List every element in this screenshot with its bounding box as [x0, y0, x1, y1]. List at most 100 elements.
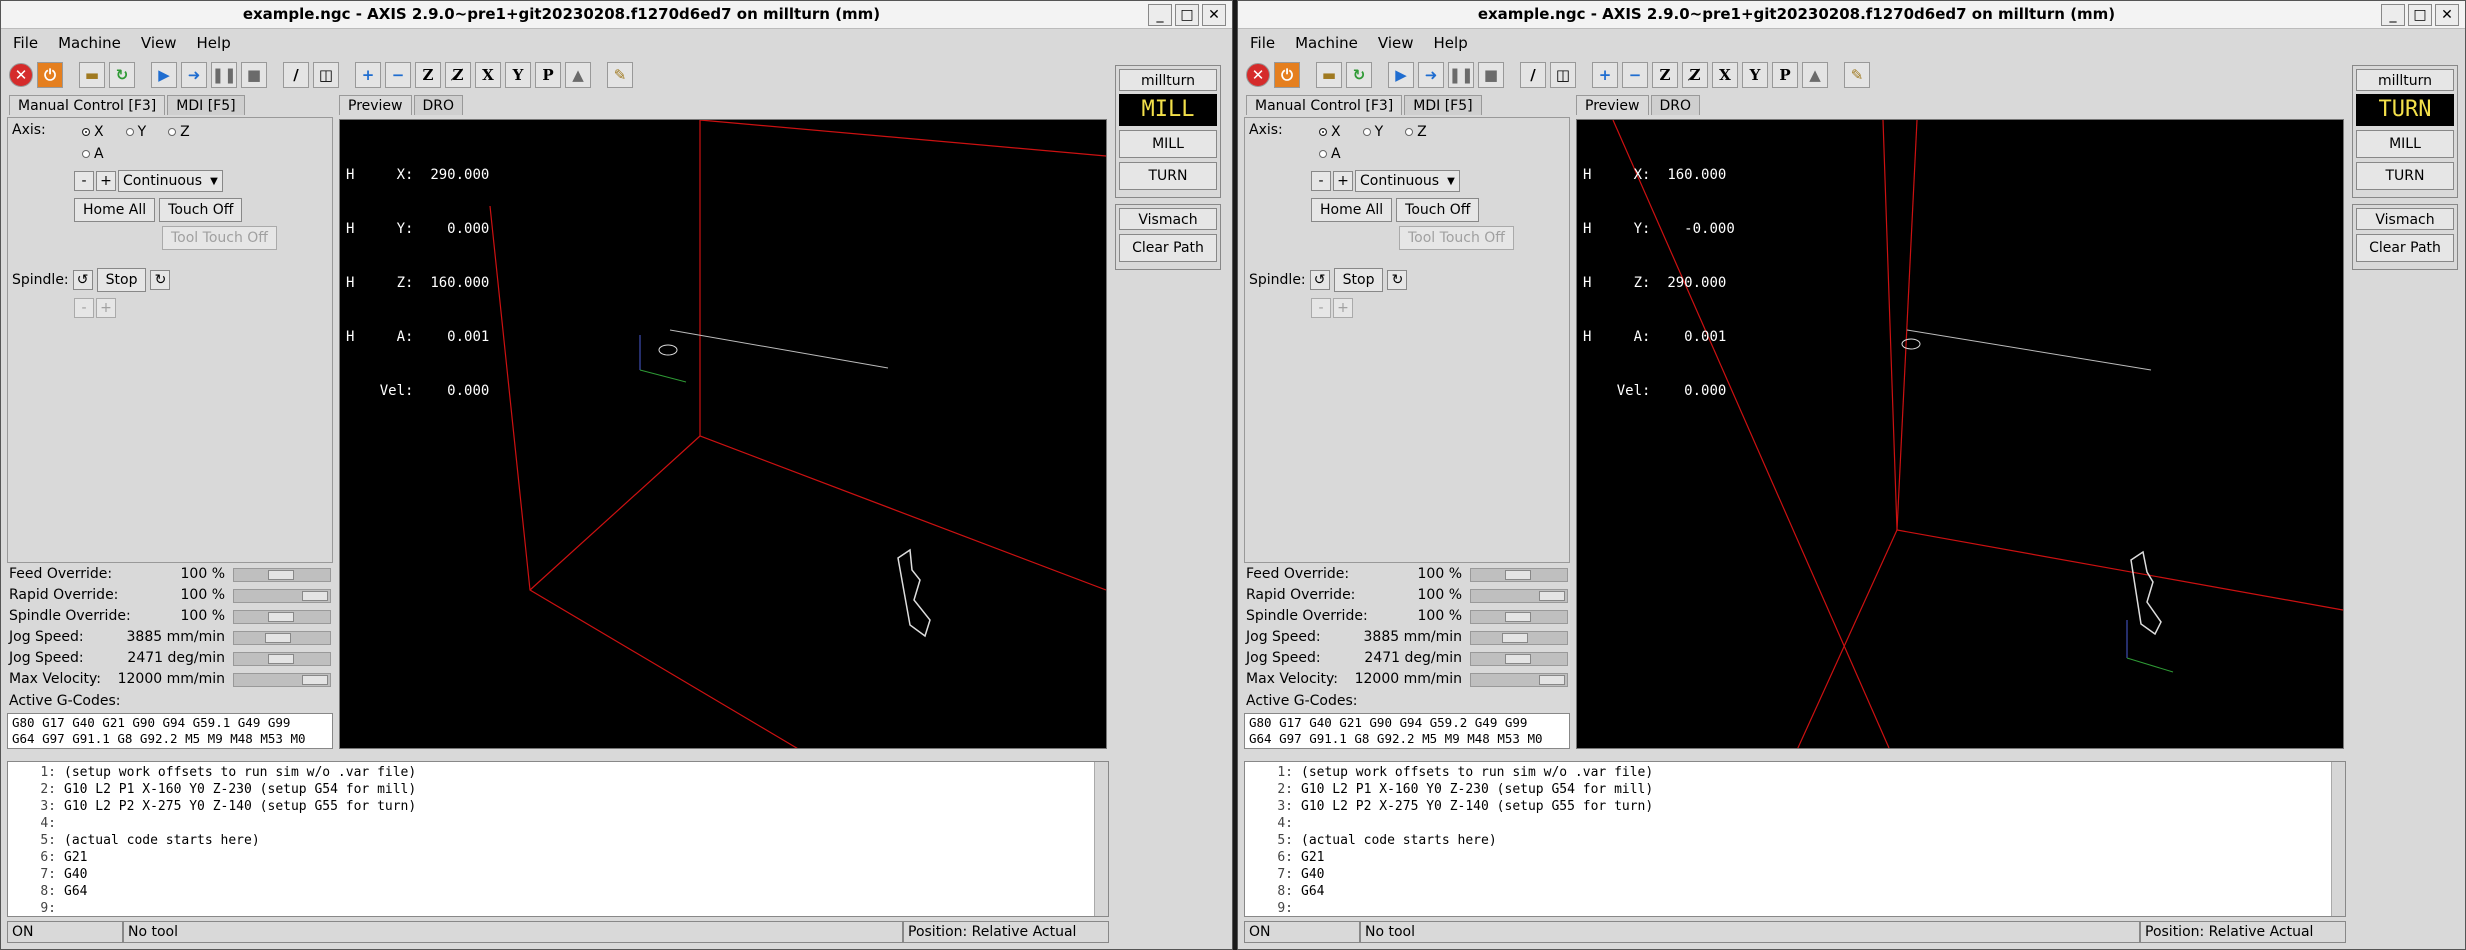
spindle-forward-icon[interactable]: ↻ — [1387, 270, 1408, 290]
view-x-icon[interactable]: X — [475, 62, 501, 88]
tab-preview[interactable]: Preview — [339, 95, 412, 115]
minimize-button[interactable]: _ — [2381, 4, 2405, 26]
title-bar[interactable]: example.ngc - AXIS 2.9.0~pre1+git2023020… — [1238, 1, 2465, 29]
axis-radio-y[interactable]: Y — [1362, 124, 1383, 140]
menu-machine[interactable]: Machine — [58, 31, 121, 55]
tab-manual-control[interactable]: Manual Control [F3] — [1246, 95, 1403, 115]
menu-help[interactable]: Help — [197, 31, 231, 55]
touch-off-button[interactable]: Touch Off — [159, 198, 243, 222]
view-z-icon[interactable]: Z — [415, 62, 441, 88]
pause-icon[interactable]: ❚❚ — [1448, 62, 1474, 88]
vismach-button[interactable]: Vismach — [2356, 208, 2454, 230]
jog-minus-button[interactable]: - — [74, 171, 94, 191]
jog-speed-linear-slider[interactable] — [1470, 631, 1568, 645]
gcode-line[interactable]: 6: G21 — [8, 849, 1108, 866]
gcode-listing[interactable]: 1: (setup work offsets to run sim w/o .va… — [1244, 761, 2346, 917]
block-delete-icon[interactable]: / — [1520, 62, 1546, 88]
jog-speed-linear-slider[interactable] — [233, 631, 331, 645]
open-file-icon[interactable]: ▬ — [79, 62, 105, 88]
zoom-in-icon[interactable]: + — [355, 62, 381, 88]
zoom-in-icon[interactable]: + — [1592, 62, 1618, 88]
gcode-line[interactable]: 2: G10 L2 P1 X-160 Y0 Z-230 (setup G54 fo… — [1245, 781, 2345, 798]
gcode-line[interactable]: 8: G64 — [8, 883, 1108, 900]
jog-speed-angular-slider[interactable] — [1470, 652, 1568, 666]
axis-radio-x[interactable]: X — [82, 124, 104, 140]
spindle-stop-button[interactable]: Stop — [96, 268, 147, 292]
jog-plus-button[interactable]: + — [1333, 171, 1353, 191]
max-velocity-slider[interactable] — [1470, 673, 1568, 687]
jog-speed-angular-slider[interactable] — [233, 652, 331, 666]
estop-icon[interactable]: ✕ — [9, 63, 33, 87]
axis-radio-x[interactable]: X — [1319, 124, 1341, 140]
gcode-line[interactable]: 7: G40 — [1245, 866, 2345, 883]
stop-icon[interactable]: ■ — [241, 62, 267, 88]
clear-live-plot-icon[interactable]: ✎ — [1844, 62, 1870, 88]
step-icon[interactable]: ➜ — [181, 62, 207, 88]
gcode-line[interactable]: 1: (setup work offsets to run sim w/o .va… — [8, 764, 1108, 781]
block-delete-icon[interactable]: / — [283, 62, 309, 88]
spindle-override-slider[interactable] — [233, 610, 331, 624]
axis-radio-a[interactable]: A — [82, 146, 104, 162]
home-all-button[interactable]: Home All — [1311, 198, 1393, 222]
menu-help[interactable]: Help — [1434, 31, 1468, 55]
menu-view[interactable]: View — [141, 31, 177, 55]
jog-minus-button[interactable]: - — [1311, 171, 1331, 191]
jog-plus-button[interactable]: + — [96, 171, 116, 191]
optional-stop-icon[interactable]: ◫ — [313, 62, 339, 88]
turn-button[interactable]: TURN — [2356, 162, 2454, 190]
spindle-slower-button[interactable]: - — [74, 298, 94, 318]
turn-button[interactable]: TURN — [1119, 162, 1217, 190]
run-icon[interactable]: ▶ — [1388, 62, 1414, 88]
close-button[interactable]: ✕ — [2435, 4, 2459, 26]
home-all-button[interactable]: Home All — [74, 198, 156, 222]
tab-mdi[interactable]: MDI [F5] — [167, 95, 245, 115]
menu-file[interactable]: File — [13, 31, 38, 55]
view-p-icon[interactable]: P — [1772, 62, 1798, 88]
touch-off-button[interactable]: Touch Off — [1396, 198, 1480, 222]
max-velocity-slider[interactable] — [233, 673, 331, 687]
zoom-out-icon[interactable]: − — [1622, 62, 1648, 88]
rapid-override-slider[interactable] — [233, 589, 331, 603]
tab-mdi[interactable]: MDI [F5] — [1404, 95, 1482, 115]
vismach-button[interactable]: Vismach — [1119, 208, 1217, 230]
power-icon[interactable]: ⏻ — [1274, 62, 1300, 88]
view-z2-icon[interactable]: Z̸ — [445, 62, 471, 88]
spindle-stop-button[interactable]: Stop — [1333, 268, 1384, 292]
gcode-line[interactable]: 4: — [1245, 815, 2345, 832]
view-p-icon[interactable]: P — [535, 62, 561, 88]
tab-manual-control[interactable]: Manual Control [F3] — [9, 95, 166, 115]
power-icon[interactable]: ⏻ — [37, 62, 63, 88]
menu-file[interactable]: File — [1250, 31, 1275, 55]
spindle-reverse-icon[interactable]: ↺ — [72, 270, 93, 290]
gcode-line[interactable]: 4: — [8, 815, 1108, 832]
tool-touch-off-button[interactable]: Tool Touch Off — [1399, 226, 1514, 250]
tool-touch-off-button[interactable]: Tool Touch Off — [162, 226, 277, 250]
jog-mode-select[interactable]: Continuous ▼ — [118, 170, 223, 192]
axis-radio-y[interactable]: Y — [125, 124, 146, 140]
gcode-scrollbar[interactable] — [2331, 762, 2345, 916]
gcode-line[interactable]: 3: G10 L2 P2 X-275 Y0 Z-140 (setup G55 fo… — [1245, 798, 2345, 815]
open-file-icon[interactable]: ▬ — [1316, 62, 1342, 88]
axis-radio-z[interactable]: Z — [1405, 124, 1427, 140]
gcode-listing[interactable]: 1: (setup work offsets to run sim w/o .va… — [7, 761, 1109, 917]
gcode-line[interactable]: 5: (actual code starts here) — [8, 832, 1108, 849]
jog-mode-select[interactable]: Continuous ▼ — [1355, 170, 1460, 192]
preview-canvas[interactable]: H X: 290.000 H Y: 0.000 H Z: 160.000 H A… — [339, 119, 1107, 751]
gcode-line[interactable]: 6: G21 — [1245, 849, 2345, 866]
gcode-line[interactable]: 9: — [8, 900, 1108, 916]
maximize-button[interactable]: □ — [1175, 4, 1199, 26]
spindle-override-slider[interactable] — [1470, 610, 1568, 624]
view-y-icon[interactable]: Y — [505, 62, 531, 88]
optional-stop-icon[interactable]: ◫ — [1550, 62, 1576, 88]
gcode-line[interactable]: 7: G40 — [8, 866, 1108, 883]
menu-machine[interactable]: Machine — [1295, 31, 1358, 55]
maximize-button[interactable]: □ — [2408, 4, 2432, 26]
reload-icon[interactable]: ↻ — [1346, 62, 1372, 88]
clear-path-button[interactable]: Clear Path — [2356, 234, 2454, 262]
spindle-faster-button[interactable]: + — [1333, 298, 1353, 318]
view-x-icon[interactable]: X — [1712, 62, 1738, 88]
view-y-icon[interactable]: Y — [1742, 62, 1768, 88]
gcode-line[interactable]: 8: G64 — [1245, 883, 2345, 900]
view-z-icon[interactable]: Z — [1652, 62, 1678, 88]
gcode-line[interactable]: 5: (actual code starts here) — [1245, 832, 2345, 849]
